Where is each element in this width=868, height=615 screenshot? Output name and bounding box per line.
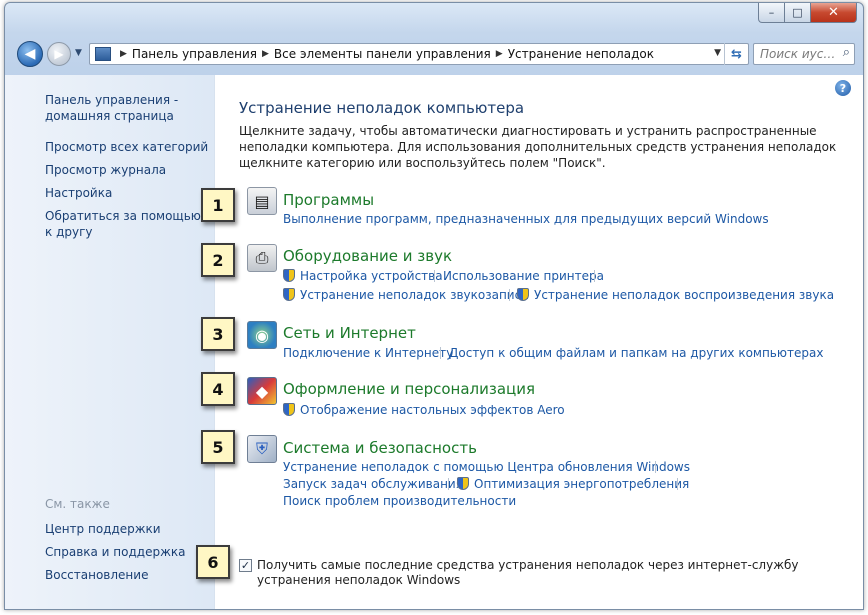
task-maintenance[interactable]: Запуск задач обслуживания <box>283 477 463 491</box>
see-also-action-center[interactable]: Центр поддержки <box>45 521 161 537</box>
breadcrumb-separator-icon[interactable]: ▶ <box>262 49 269 59</box>
search-icon[interactable]: ⌕ <box>843 45 850 60</box>
link-separator <box>677 478 678 490</box>
sidebar-home-link[interactable]: Панель управления - домашняя страница <box>45 92 205 124</box>
task-audio-playback-label: Устранение неполадок воспроизведения зву… <box>534 288 835 302</box>
sidebar-item-all-categories[interactable]: Просмотр всех категорий <box>45 139 208 155</box>
task-shared-files[interactable]: Доступ к общим файлам и папкам на других… <box>449 346 823 360</box>
refresh-icon[interactable]: ⇆ <box>724 43 748 65</box>
system-security-icon[interactable]: ⛨ <box>247 435 277 463</box>
task-internet-connection[interactable]: Подключение к Интернету <box>283 346 453 360</box>
see-also-recovery[interactable]: Восстановление <box>45 567 148 583</box>
callout-1: 1 <box>201 188 235 222</box>
task-audio-recording-label: Устранение неполадок звукозаписи <box>300 288 530 302</box>
task-aero-effects-label: Отображение настольных эффектов Aero <box>300 403 565 417</box>
online-troubleshooting-checkbox[interactable]: ✓ <box>239 559 252 572</box>
page-title: Устранение неполадок компьютера <box>239 99 525 117</box>
task-power-optimization[interactable]: Оптимизация энергопотребления <box>457 477 689 491</box>
programs-icon[interactable]: ▤ <box>247 187 277 215</box>
forward-button[interactable]: ▶ <box>47 42 71 66</box>
category-network[interactable]: Сеть и Интернет <box>283 324 416 342</box>
uac-shield-icon <box>283 288 295 301</box>
task-use-printer[interactable]: Использование принтера <box>443 269 604 283</box>
callout-6: 6 <box>196 545 230 579</box>
maximize-button[interactable]: □ <box>785 3 811 23</box>
callout-5: 5 <box>201 430 235 464</box>
sidebar-item-settings[interactable]: Настройка <box>45 185 112 201</box>
main-panel: Устранение неполадок компьютера Щелкните… <box>239 75 849 609</box>
back-button[interactable]: ◀ <box>17 41 43 67</box>
task-windows-update[interactable]: Устранение неполадок с помощью Центра об… <box>283 460 690 474</box>
address-bar[interactable]: ▶ Панель управления ▶ Все элементы панел… <box>89 43 749 65</box>
appearance-icon[interactable]: ◆ <box>247 377 277 405</box>
control-panel-icon <box>95 47 111 61</box>
breadcrumb-control-panel[interactable]: Панель управления <box>132 47 257 61</box>
search-placeholder: Поиск иус… <box>760 47 836 61</box>
sidebar-item-ask-friend[interactable]: Обратиться за помощью к другу <box>45 208 203 240</box>
navigation-bar: ◀ ▶ ▼ ▶ Панель управления ▶ Все элементы… <box>5 39 863 69</box>
task-run-old-programs[interactable]: Выполнение программ, предназначенных для… <box>283 212 769 226</box>
see-also-help-support[interactable]: Справка и поддержка <box>45 544 186 560</box>
see-also-heading: См. также <box>45 497 110 511</box>
close-button[interactable]: ✕ <box>811 3 857 23</box>
link-separator <box>594 270 595 282</box>
online-troubleshooting-label[interactable]: Получить самые последние средства устран… <box>257 558 837 588</box>
uac-shield-icon <box>283 269 295 282</box>
uac-shield-icon <box>457 477 469 490</box>
task-configure-device-label: Настройка устройства <box>300 269 443 283</box>
callout-3: 3 <box>201 317 235 351</box>
category-hardware-sound[interactable]: Оборудование и звук <box>283 247 452 265</box>
intro-text: Щелкните задачу, чтобы автоматически диа… <box>239 124 837 170</box>
task-performance[interactable]: Поиск проблем производительности <box>283 494 516 508</box>
uac-shield-icon <box>517 288 529 301</box>
task-power-optimization-label: Оптимизация энергопотребления <box>474 477 690 491</box>
breadcrumb-separator-icon[interactable]: ▶ <box>496 49 503 59</box>
uac-shield-icon <box>283 403 295 416</box>
breadcrumb-all-items[interactable]: Все элементы панели управления <box>274 47 491 61</box>
category-programs[interactable]: Программы <box>283 191 374 209</box>
network-icon[interactable]: ◉ <box>247 321 277 349</box>
link-separator <box>440 347 441 359</box>
minimize-button[interactable]: – <box>758 3 785 23</box>
address-dropdown-icon[interactable]: ▼ <box>714 48 721 58</box>
content-area: Панель управления - домашняя страница Пр… <box>5 75 863 609</box>
link-separator <box>509 289 510 301</box>
task-audio-recording[interactable]: Устранение неполадок звукозаписи <box>283 288 529 302</box>
caption-buttons: – □ ✕ <box>758 3 857 23</box>
hardware-sound-icon[interactable]: ⎙ <box>247 244 277 272</box>
breadcrumb-separator-icon[interactable]: ▶ <box>120 49 127 59</box>
task-configure-device[interactable]: Настройка устройства <box>283 269 443 283</box>
category-appearance[interactable]: Оформление и персонализация <box>283 380 535 398</box>
task-aero-effects[interactable]: Отображение настольных эффектов Aero <box>283 403 565 417</box>
sidebar: Панель управления - домашняя страница Пр… <box>5 75 215 609</box>
link-separator <box>434 270 435 282</box>
task-audio-playback[interactable]: Устранение неполадок воспроизведения зву… <box>517 288 834 302</box>
callout-2: 2 <box>201 243 235 277</box>
troubleshooting-window: – □ ✕ ◀ ▶ ▼ ▶ Панель управления ▶ Все эл… <box>4 2 864 610</box>
category-system-security[interactable]: Система и безопасность <box>283 439 477 457</box>
breadcrumb-troubleshooting[interactable]: Устранение неполадок <box>508 47 654 61</box>
search-input[interactable]: Поиск иус… ⌕ <box>753 43 855 65</box>
callout-4: 4 <box>201 372 235 406</box>
sidebar-item-history[interactable]: Просмотр журнала <box>45 162 166 178</box>
link-separator <box>448 478 449 490</box>
link-separator <box>655 461 656 473</box>
recent-pages-dropdown-icon[interactable]: ▼ <box>75 48 82 58</box>
